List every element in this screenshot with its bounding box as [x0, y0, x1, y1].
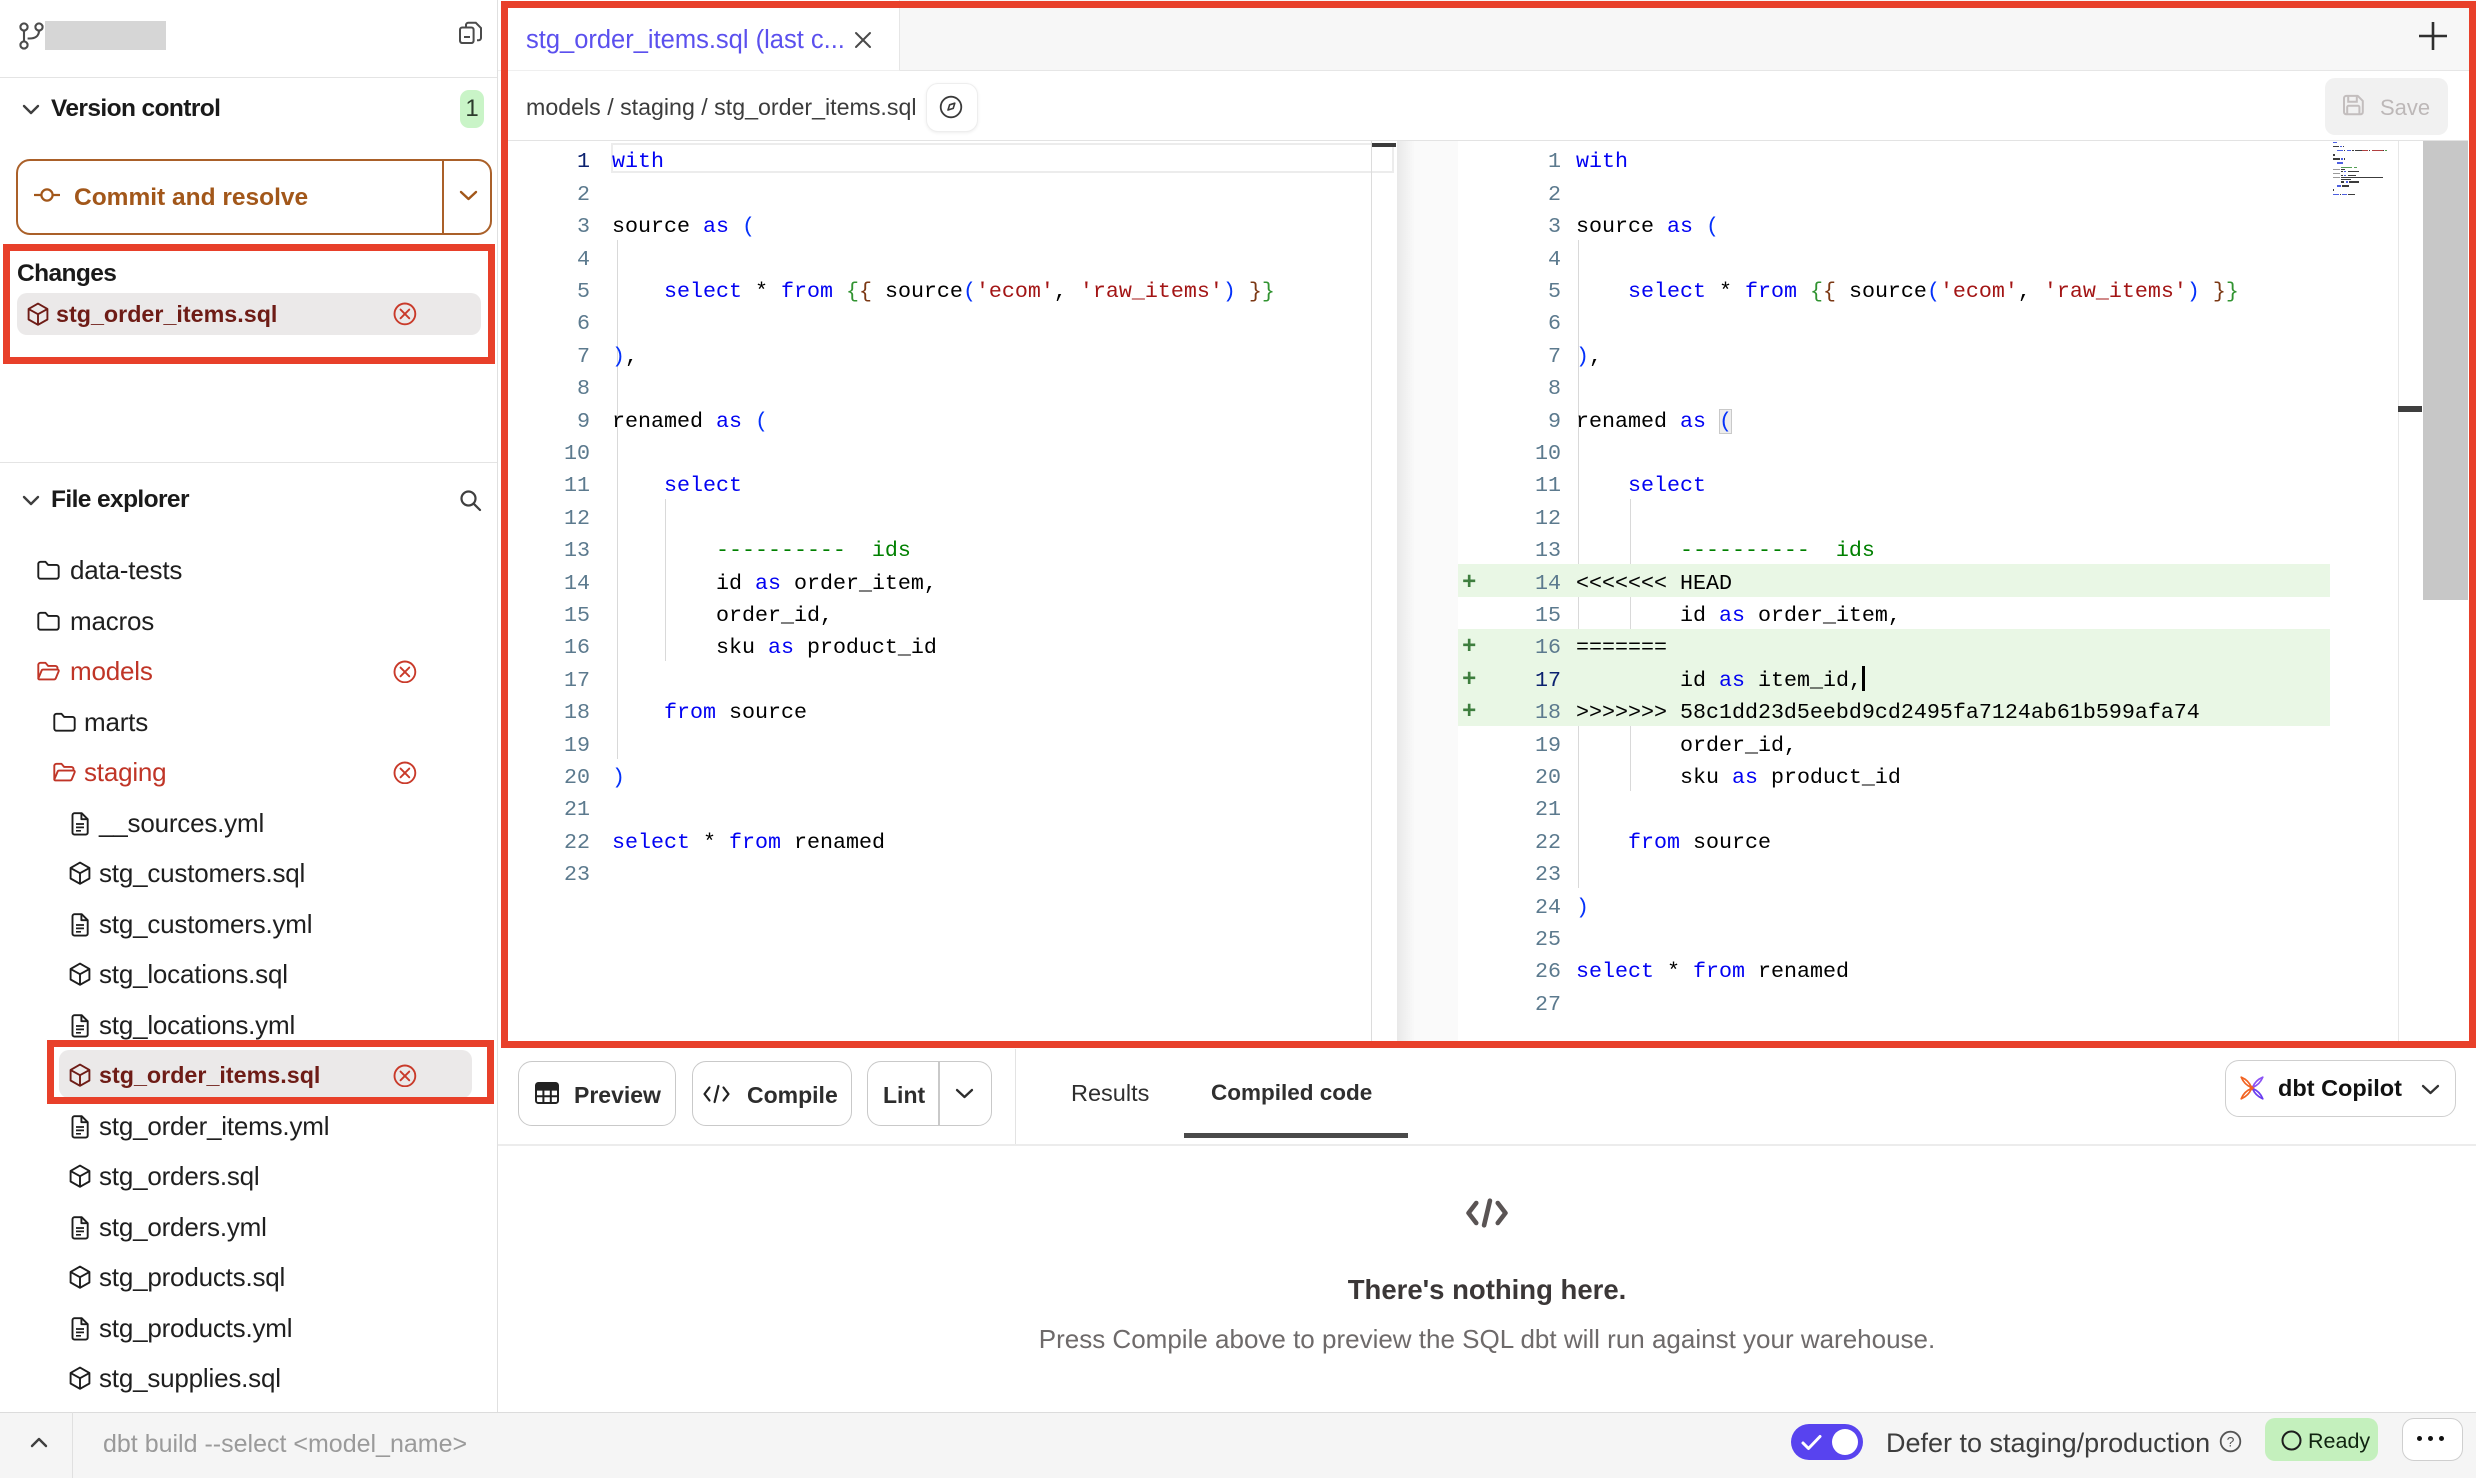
svg-text:?: ? [2227, 1433, 2235, 1449]
